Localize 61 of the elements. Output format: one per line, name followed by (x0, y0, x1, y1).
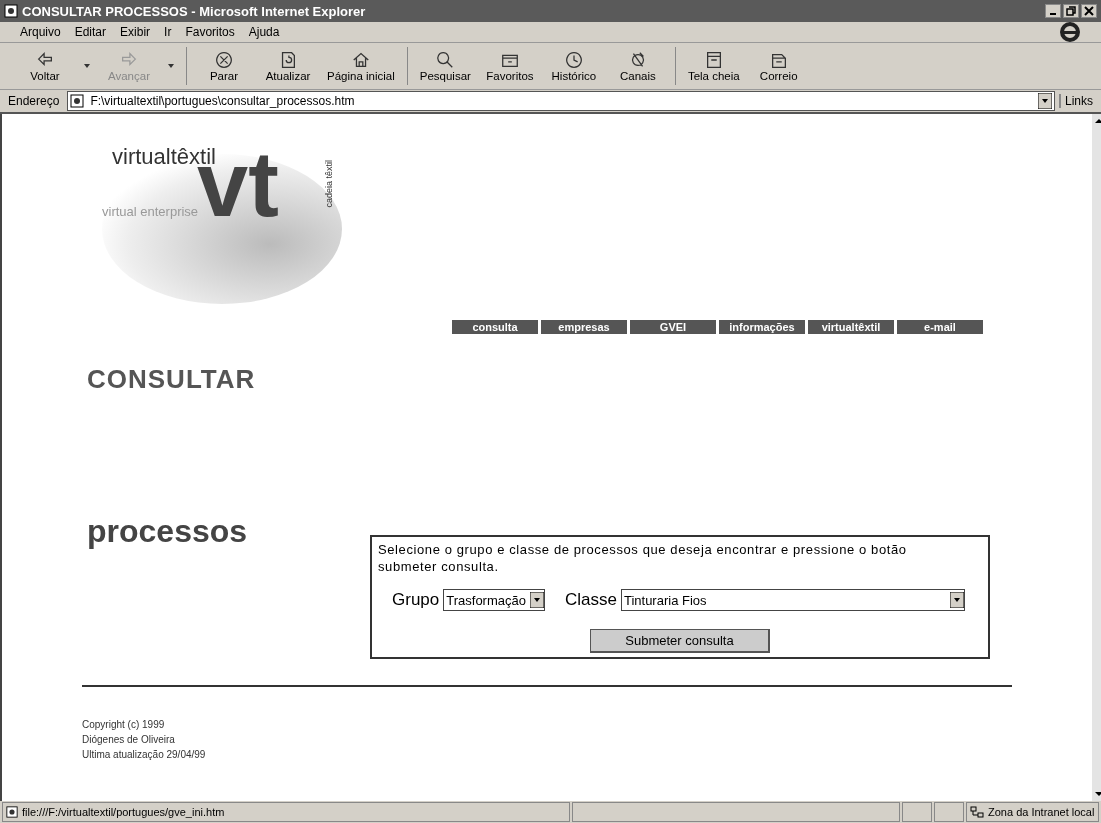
status-panel (934, 802, 964, 822)
minimize-button[interactable] (1045, 4, 1061, 18)
minimize-icon (1050, 13, 1056, 15)
nav-link[interactable]: virtualtêxtil (808, 320, 894, 334)
dropdown-arrow-icon[interactable] (1038, 93, 1052, 109)
class-select[interactable]: Tinturaria Fios (620, 589, 965, 611)
page-heading: CONSULTAR (87, 364, 257, 395)
dropdown-arrow-icon (529, 592, 544, 608)
status-text: file:///F:/virtualtextil/portugues/gve_ini.htm (22, 806, 225, 818)
close-button[interactable] (1081, 4, 1097, 18)
footer-text: Ultima atualização 29/04/99 (82, 748, 207, 762)
instructions-text: Selecione o grupo e classe de processos que deseja encontrar e pressione o botão submeter consulta. (378, 541, 908, 575)
toolbar-button[interactable]: Parar (193, 48, 255, 84)
home-icon (350, 50, 371, 70)
menu-item[interactable]: Ir (164, 25, 172, 39)
toolbar-button[interactable]: Favoritos (478, 48, 541, 84)
address-text: F:\virtualtextil\portugues\consultar_processos.htm (90, 94, 355, 108)
caret-icon (168, 64, 174, 68)
toolbar-button[interactable]: Atualizar (257, 48, 319, 84)
field-label: Classe (564, 590, 617, 610)
toolbar-button[interactable]: Pesquisar (413, 48, 477, 84)
address-label: Endereço (7, 94, 61, 108)
nav-link[interactable]: empresas (541, 320, 627, 334)
group-select[interactable]: Trasformação (443, 589, 545, 611)
window-title: CONSULTAR PROCESSOS - Microsoft Internet Explorer (22, 3, 367, 19)
close-icon (1084, 6, 1094, 16)
toolbar-button[interactable]: Tela cheia (681, 48, 746, 84)
toolbar-button[interactable]: Correio (747, 48, 810, 84)
toolbar-button[interactable]: Histórico (542, 48, 605, 84)
page-subheading: processos (87, 513, 249, 550)
footer-text: Diógenes de Oliveira (82, 733, 176, 747)
status-panel (902, 802, 932, 822)
caret-icon (84, 64, 90, 68)
toolbar-button[interactable]: Página inicial (321, 48, 401, 84)
browser-page-icon (4, 4, 18, 18)
menu-item[interactable]: Editar (74, 25, 107, 39)
nav-link[interactable]: informações (719, 320, 805, 334)
dropdown-arrow-icon (949, 592, 964, 608)
page-icon (6, 806, 18, 818)
network-icon (970, 805, 984, 819)
nav-link[interactable]: GVEI (630, 320, 716, 334)
browser-logo-icon (1059, 21, 1081, 43)
restore-icon (1066, 6, 1076, 16)
menu-item[interactable]: Ajuda (248, 25, 280, 39)
zone-text: Zona da Intranet local (988, 806, 1095, 818)
nav-link[interactable]: consulta (452, 320, 538, 334)
menu-item[interactable]: Arquivo (20, 25, 61, 39)
address-field[interactable]: F:\virtualtextil\portugues\consultar_processos.htm (67, 91, 1055, 111)
menu-item[interactable]: Exibir (120, 25, 151, 39)
nav-link[interactable]: e-mail (897, 320, 983, 334)
maximize-button[interactable] (1063, 4, 1079, 18)
toolbar-button[interactable]: Voltar (14, 48, 76, 84)
page-icon (70, 94, 85, 108)
toolbar-button[interactable]: Canais (606, 48, 669, 84)
stop-icon (214, 50, 234, 70)
links-button[interactable]: Links (1059, 94, 1097, 108)
menu-item[interactable]: Favoritos (185, 25, 235, 39)
footer-text: Copyright (c) 1999 (82, 718, 166, 732)
history-icon (563, 50, 584, 70)
submit-button[interactable]: Submeter consulta (590, 629, 770, 653)
field-label: Grupo (392, 590, 440, 610)
